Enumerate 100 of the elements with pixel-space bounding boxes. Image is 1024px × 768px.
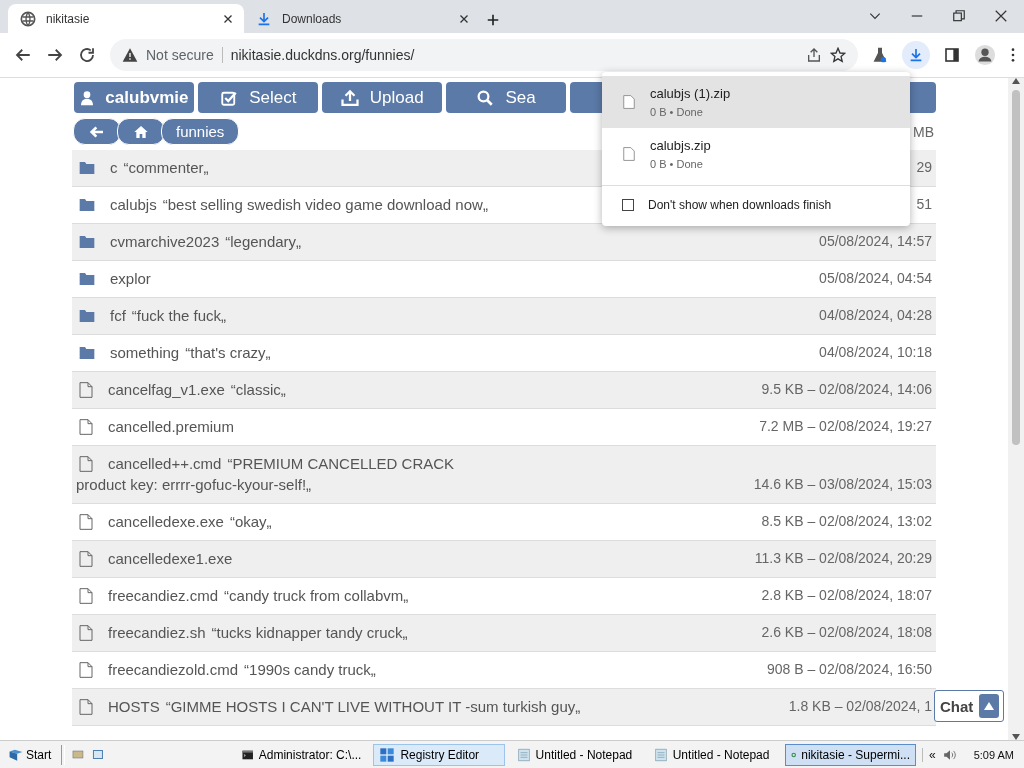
home-icon bbox=[132, 123, 150, 140]
file-icon bbox=[622, 145, 636, 163]
file-link[interactable]: cancelled.premium bbox=[108, 416, 234, 437]
breadcrumb-button[interactable] bbox=[117, 118, 165, 145]
toolbar-button[interactable]: Select bbox=[197, 82, 318, 113]
file-comment: “commenter„ bbox=[123, 158, 209, 178]
file-comment: “that's crazy„ bbox=[185, 343, 271, 363]
file-link[interactable]: cancelled++.cmd bbox=[108, 453, 222, 474]
file-icon bbox=[622, 93, 636, 111]
taskbar-button[interactable]: Untitled - Notepad bbox=[647, 743, 779, 766]
notepad-icon bbox=[653, 746, 668, 763]
forward-icon bbox=[46, 46, 64, 64]
folder-icon bbox=[78, 196, 96, 213]
chat-label: Chat bbox=[940, 697, 974, 715]
start-icon bbox=[8, 747, 24, 762]
file-link[interactable]: cancelfag_v1.exe bbox=[108, 379, 225, 400]
file-link[interactable]: fcf bbox=[110, 305, 126, 326]
file-meta: 7.2 MB – 02/08/2024, 19:27 bbox=[759, 417, 932, 436]
file-link[interactable]: freecandiezold.cmd bbox=[108, 659, 239, 680]
browser-tab[interactable]: nikitasie bbox=[8, 4, 244, 33]
folder-icon bbox=[78, 233, 96, 250]
file-link[interactable]: freecandiez.sh bbox=[108, 622, 206, 643]
file-meta: 04/08/2024, 10:18 bbox=[819, 343, 932, 362]
file-comment: “legendary„ bbox=[225, 232, 302, 252]
file-link[interactable]: explor bbox=[110, 268, 151, 289]
scrollbar[interactable] bbox=[1008, 78, 1024, 740]
breadcrumb-button[interactable] bbox=[73, 118, 121, 145]
file-meta: 1.8 KB – 02/08/2024, 1 bbox=[788, 697, 932, 716]
file-icon bbox=[78, 622, 94, 643]
taskbar-button[interactable]: Untitled - Notepad bbox=[510, 743, 642, 766]
download-name: calubjs (1).zip bbox=[650, 86, 731, 101]
upload-icon bbox=[339, 88, 360, 107]
file-meta: 908 B – 02/08/2024, 16:50 bbox=[766, 660, 932, 679]
toolbar-button[interactable]: Upload bbox=[321, 82, 442, 113]
browser-tab[interactable]: Downloads bbox=[244, 4, 480, 33]
scrollbar-thumb[interactable] bbox=[1012, 90, 1020, 445]
toolbar-button[interactable]: calubvmie bbox=[74, 82, 194, 113]
file-comment: “best selling swedish video game download now„ bbox=[162, 195, 488, 215]
download-icon bbox=[908, 47, 924, 63]
file-meta: 9.5 KB – 02/08/2024, 14:06 bbox=[761, 380, 932, 399]
security-label[interactable]: Not secure bbox=[146, 47, 223, 63]
download-icon bbox=[256, 10, 272, 27]
scroll-up-icon bbox=[1012, 78, 1020, 84]
clock: 5:09 AM bbox=[972, 748, 1016, 761]
checkbox[interactable] bbox=[622, 199, 634, 211]
file-meta: 14.6 KB – 03/08/2024, 15:03 bbox=[753, 475, 932, 494]
file-comment: “tucks kidnapper tandy cruck„ bbox=[211, 623, 408, 643]
taskbar-button[interactable]: Administrator: C:\... bbox=[236, 743, 368, 766]
folder-icon bbox=[78, 159, 96, 176]
total-size: MB bbox=[913, 123, 935, 140]
file-link[interactable]: something bbox=[110, 342, 180, 363]
download-item[interactable]: calubjs.zip 0 B • Done bbox=[602, 128, 910, 180]
file-comment: “classic„ bbox=[230, 380, 286, 400]
file-link[interactable]: cvmarchive2023 bbox=[110, 231, 220, 252]
desktop-icon bbox=[71, 748, 86, 761]
file-meta: 51 bbox=[916, 195, 932, 214]
tray-expand-button[interactable]: « bbox=[929, 747, 936, 762]
downloads-button[interactable] bbox=[902, 41, 930, 69]
file-meta: 05/08/2024, 14:57 bbox=[819, 232, 932, 251]
reload-icon bbox=[78, 46, 96, 64]
download-item[interactable]: calubjs (1).zip 0 B • Done bbox=[602, 76, 910, 128]
file-meta: 8.5 KB – 02/08/2024, 13:02 bbox=[761, 512, 932, 531]
file-link[interactable]: freecandiez.cmd bbox=[108, 585, 219, 606]
file-link[interactable]: cancelledexe.exe bbox=[108, 511, 224, 532]
url-field[interactable]: nikitasie.duckdns.org/funnies/ bbox=[230, 47, 415, 63]
user-icon bbox=[79, 88, 96, 107]
close-icon bbox=[458, 12, 470, 25]
start-button[interactable]: Start bbox=[6, 747, 56, 762]
breadcrumb-link[interactable]: funnies bbox=[161, 118, 240, 145]
file-meta: 11.3 KB – 02/08/2024, 20:29 bbox=[754, 549, 932, 568]
taskbar-button[interactable]: Registry Editor bbox=[373, 743, 505, 766]
download-status: 0 B • Done bbox=[650, 158, 704, 170]
arrow-left-icon bbox=[88, 123, 106, 140]
file-meta: 2.8 KB – 02/08/2024, 18:07 bbox=[761, 586, 932, 605]
triangle-up-icon bbox=[984, 702, 995, 710]
file-link[interactable]: c bbox=[110, 157, 118, 178]
window-icon bbox=[91, 748, 106, 761]
taskbar-button[interactable]: nikitasie - Supermi... bbox=[784, 743, 916, 766]
file-link[interactable]: HOSTS bbox=[108, 696, 160, 717]
menu-icon bbox=[1010, 47, 1016, 63]
profile-icon bbox=[974, 44, 996, 66]
checkbox-label[interactable]: Don't show when downloads finish bbox=[648, 198, 832, 212]
restore-icon bbox=[952, 9, 966, 23]
file-link[interactable]: cancelledexe1.exe bbox=[108, 548, 233, 569]
file-meta: 05/08/2024, 04:54 bbox=[819, 269, 932, 288]
back-icon bbox=[14, 46, 32, 64]
file-meta: 2.6 KB – 02/08/2024, 18:08 bbox=[761, 623, 932, 642]
expand-button[interactable] bbox=[979, 694, 999, 718]
file-icon bbox=[78, 585, 94, 606]
file-link[interactable]: calubjs bbox=[110, 194, 157, 215]
folder-icon bbox=[78, 270, 96, 287]
file-meta: 04/08/2024, 04:28 bbox=[819, 306, 932, 325]
warning-icon bbox=[122, 47, 138, 63]
file-comment: “candy truck from collabvm„ bbox=[224, 586, 409, 606]
chat-widget[interactable]: Chat bbox=[934, 690, 1004, 722]
side-panel-icon bbox=[944, 47, 960, 63]
file-comment: “1990s candy truck„ bbox=[244, 660, 376, 680]
file-icon bbox=[78, 659, 94, 680]
file-icon bbox=[78, 453, 94, 474]
toolbar-button[interactable]: Sea bbox=[445, 82, 566, 113]
